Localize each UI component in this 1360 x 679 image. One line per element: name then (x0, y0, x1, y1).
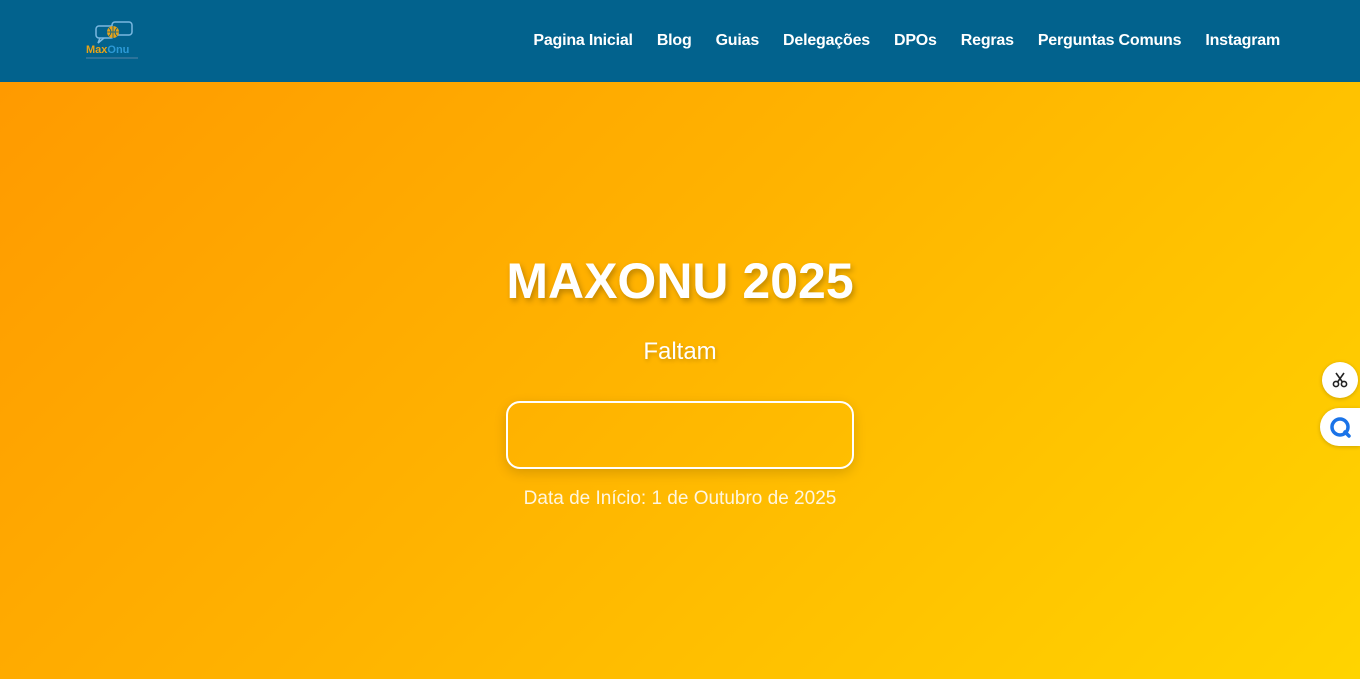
hero-subtitle: Faltam (643, 338, 717, 365)
logo-text: MaxOnu (86, 44, 130, 56)
speech-globe-icon (95, 21, 133, 44)
nav-link-pagina-inicial[interactable]: Pagina Inicial (533, 32, 633, 50)
countdown-box (506, 401, 854, 469)
nav-link-instagram[interactable]: Instagram (1205, 32, 1280, 50)
top-navbar: MaxOnu Pagina Inicial Blog Guias Delegaç… (0, 0, 1360, 82)
chat-button[interactable] (1320, 408, 1360, 446)
scissors-button[interactable] (1322, 362, 1358, 398)
nav-link-perguntas-comuns[interactable]: Perguntas Comuns (1038, 32, 1182, 50)
nav-link-regras[interactable]: Regras (961, 32, 1014, 50)
main-nav: Pagina Inicial Blog Guias Delegações DPO… (509, 0, 1280, 82)
hero-section: MAXONU 2025 Faltam Data de Início: 1 de … (0, 82, 1360, 679)
chat-icon (1330, 417, 1351, 438)
nav-link-blog[interactable]: Blog (657, 32, 692, 50)
nav-link-dpos[interactable]: DPOs (894, 32, 937, 50)
nav-link-delegacoes[interactable]: Delegações (783, 32, 870, 50)
nav-link-guias[interactable]: Guias (716, 32, 760, 50)
maxonu-logo[interactable]: MaxOnu (84, 20, 140, 62)
start-date-text: Data de Início: 1 de Outubro de 2025 (523, 488, 837, 509)
logo-tagline (86, 57, 138, 59)
hero-title: MAXONU 2025 (506, 253, 854, 309)
scissors-icon (1332, 372, 1348, 388)
